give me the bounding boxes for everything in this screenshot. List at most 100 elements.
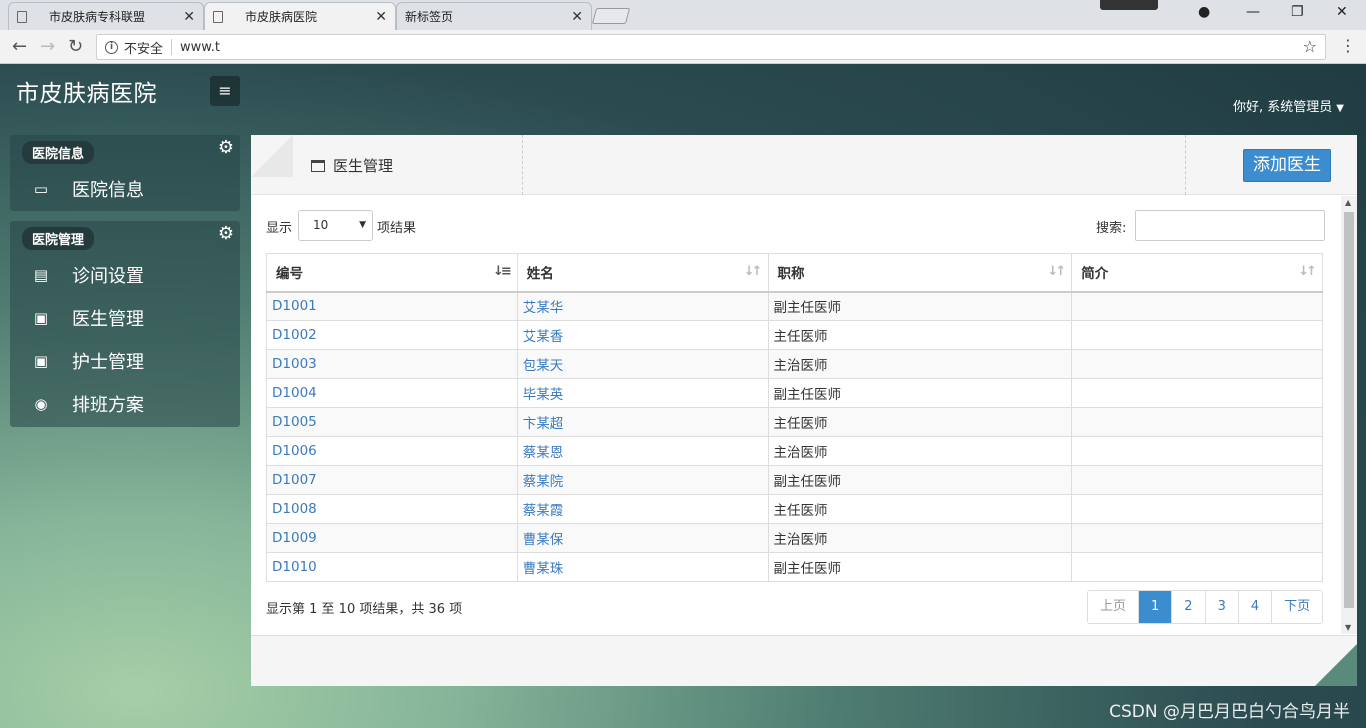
column-label: 职称 xyxy=(777,266,805,283)
page-button-3[interactable]: 3 xyxy=(1204,591,1238,623)
sidebar-item-doctor-management[interactable]: ▣ 医生管理 xyxy=(10,300,240,336)
doctor-id-link[interactable]: D1009 xyxy=(272,530,317,546)
column-header-title[interactable]: 职称 ↓↑ xyxy=(767,253,1073,293)
doctor-id-link[interactable]: D1007 xyxy=(272,472,317,488)
sidebar-item-hospital-info[interactable]: ▭ 医院信息 xyxy=(10,171,240,207)
add-doctor-button[interactable]: 添加医生 xyxy=(1243,149,1331,182)
gear-icon[interactable]: ⚙ xyxy=(218,223,234,244)
sort-icon: ↓↑ xyxy=(1298,264,1317,279)
column-header-name[interactable]: 姓名 ↓↑ xyxy=(516,253,769,293)
cell-title: 副主任医师 xyxy=(767,291,1073,321)
doctor-name-link[interactable]: 蔡某霞 xyxy=(523,503,564,519)
tab-title: 市皮肤病医院 xyxy=(245,10,318,24)
cell-intro xyxy=(1071,552,1323,582)
scrollbar[interactable]: ▲ ▼ xyxy=(1341,196,1357,634)
search-input[interactable] xyxy=(1135,210,1325,241)
doctor-id-link[interactable]: D1010 xyxy=(272,559,317,575)
table-row: D1010 曹某珠 副主任医师 xyxy=(266,552,1323,582)
scrollbar-thumb[interactable] xyxy=(1344,212,1354,608)
sidebar-item-schedule[interactable]: ◉ 排班方案 xyxy=(10,386,240,422)
length-prefix: 显示 xyxy=(266,221,293,236)
sidebar-item-label: 医院信息 xyxy=(72,180,144,201)
sidebar-item-nurse-management[interactable]: ▣ 护士管理 xyxy=(10,343,240,379)
doctor-name-link[interactable]: 蔡某院 xyxy=(523,474,564,490)
user-menu[interactable]: 你好, 系统管理员 ▼ xyxy=(1233,96,1344,115)
doctor-name-link[interactable]: 曹某珠 xyxy=(523,561,564,577)
page-button-1[interactable]: 1 xyxy=(1138,591,1172,623)
scroll-up-icon[interactable]: ▲ xyxy=(1345,198,1351,207)
caret-down-icon: ▼ xyxy=(1336,103,1344,114)
page-length-select[interactable]: 10 ▼ xyxy=(298,210,373,241)
sidebar-group-title: 医院信息 xyxy=(22,141,95,164)
sidebar-item-clinic-settings[interactable]: ▤ 诊间设置 xyxy=(10,257,240,293)
doctor-name-link[interactable]: 蔡某恩 xyxy=(523,445,564,461)
page-button-4[interactable]: 4 xyxy=(1237,591,1272,623)
profile-icon[interactable]: ● xyxy=(1198,4,1210,20)
doctor-name-link[interactable]: 包某天 xyxy=(523,358,564,374)
table-row: D1005 卞某超 主任医师 xyxy=(266,407,1323,437)
doctor-id-link[interactable]: D1004 xyxy=(272,385,317,401)
cell-title: 副主任医师 xyxy=(767,552,1073,582)
app-brand: 市皮肤病医院 xyxy=(16,81,157,107)
panel-footer xyxy=(251,635,1357,686)
doctor-id-link[interactable]: D1008 xyxy=(272,501,317,517)
cell-name: 曹某保 xyxy=(516,523,769,553)
forward-icon[interactable]: → xyxy=(40,36,55,57)
prev-page-button[interactable]: 上页 xyxy=(1088,591,1139,623)
cell-title: 主任医师 xyxy=(767,494,1073,524)
column-header-id[interactable]: 编号 ↓≡ xyxy=(266,253,518,293)
column-header-intro[interactable]: 简介 ↓↑ xyxy=(1071,253,1323,293)
cell-intro xyxy=(1071,436,1323,466)
doctor-name-link[interactable]: 艾某华 xyxy=(523,300,564,316)
browser-tab-bar: 市皮肤病专科联盟 ✕ 市皮肤病医院 ✕ 新标签页 ✕ ● — ❐ ✕ xyxy=(0,0,1366,30)
back-icon[interactable]: ← xyxy=(12,36,27,57)
close-icon[interactable]: ✕ xyxy=(375,9,387,25)
menu-toggle-icon[interactable]: ≡ xyxy=(210,76,240,106)
tab-title: 新标签页 xyxy=(405,10,454,24)
sidebar-item-label: 排班方案 xyxy=(72,395,144,416)
corner-fold xyxy=(251,135,293,177)
cell-intro xyxy=(1071,349,1323,379)
maximize-icon[interactable]: ❐ xyxy=(1291,4,1304,20)
sort-icon: ↓↑ xyxy=(743,264,763,279)
doctor-id-link[interactable]: D1002 xyxy=(272,327,317,343)
doctor-id-link[interactable]: D1001 xyxy=(272,298,317,314)
doctor-name-link[interactable]: 曹某保 xyxy=(523,532,564,548)
doctor-name-link[interactable]: 毕某英 xyxy=(523,387,564,403)
browser-tab-active[interactable]: 市皮肤病医院 ✕ xyxy=(204,2,396,30)
doctor-name-link[interactable]: 卞某超 xyxy=(523,416,564,432)
page-icon xyxy=(213,10,223,23)
browser-menu-icon[interactable]: ⋮ xyxy=(1340,36,1356,55)
sidebar-group-hospital-info: 医院信息 ⚙ ▭ 医院信息 xyxy=(10,135,240,211)
document-icon: ▤ xyxy=(33,266,49,284)
divider xyxy=(522,135,523,195)
browser-tab[interactable]: 新标签页 ✕ xyxy=(396,2,592,30)
doctor-id-link[interactable]: D1005 xyxy=(272,414,317,430)
bookmark-star-icon[interactable]: ☆ xyxy=(1303,37,1317,56)
close-icon[interactable]: ✕ xyxy=(571,9,583,25)
minimize-icon[interactable]: — xyxy=(1246,4,1260,20)
search-label: 搜索: xyxy=(1096,221,1127,236)
scroll-down-icon[interactable]: ▼ xyxy=(1345,623,1351,632)
cell-intro xyxy=(1071,465,1323,495)
new-tab-button[interactable] xyxy=(591,8,631,24)
cell-intro xyxy=(1071,407,1323,437)
table-info: 显示第 1 至 10 项结果，共 36 项 xyxy=(266,602,463,617)
doctor-name-link[interactable]: 艾某香 xyxy=(523,329,564,345)
cell-id: D1002 xyxy=(266,320,518,350)
gear-icon[interactable]: ⚙ xyxy=(218,137,234,158)
browser-tab[interactable]: 市皮肤病专科联盟 ✕ xyxy=(8,2,204,30)
doctor-table: 编号 ↓≡ 姓名 ↓↑ 职称 ↓↑ 简介 ↓↑ D1001 艾某华 副主任医师 D100… xyxy=(266,253,1323,582)
close-icon[interactable]: ✕ xyxy=(183,9,195,25)
info-icon[interactable]: i xyxy=(105,40,118,54)
doctor-id-link[interactable]: D1006 xyxy=(272,443,317,459)
url-input[interactable]: i 不安全 www.t ☆ xyxy=(96,34,1326,60)
reload-icon[interactable]: ↻ xyxy=(68,36,83,57)
cell-id: D1009 xyxy=(266,523,518,553)
page-button-2[interactable]: 2 xyxy=(1171,591,1205,623)
doctor-id-link[interactable]: D1003 xyxy=(272,356,317,372)
cell-id: D1003 xyxy=(266,349,518,379)
next-page-button[interactable]: 下页 xyxy=(1271,591,1323,623)
close-window-icon[interactable]: ✕ xyxy=(1336,4,1348,20)
cell-intro xyxy=(1071,291,1323,321)
